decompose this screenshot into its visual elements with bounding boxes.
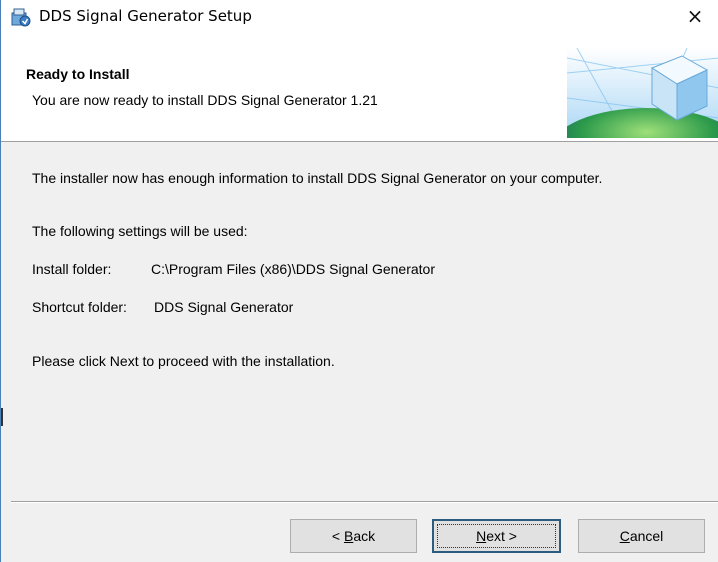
- setup-window: DDS Signal Generator Setup × Ready to In…: [0, 0, 718, 562]
- focus-rectangle: [437, 524, 556, 548]
- proceed-text: Please click Next to proceed with the in…: [32, 353, 335, 369]
- cancel-button-label: Cancel: [619, 528, 664, 544]
- page-subtitle: You are now ready to install DDS Signal …: [32, 92, 378, 108]
- shortcut-folder-value: DDS Signal Generator: [154, 299, 294, 315]
- button-divider: [11, 501, 718, 503]
- window-edge-mark: [1, 408, 3, 426]
- title-bar[interactable]: DDS Signal Generator Setup ×: [1, 0, 718, 32]
- settings-heading: The following settings will be used:: [32, 223, 248, 239]
- wizard-header: Ready to Install You are now ready to in…: [1, 32, 718, 142]
- installer-package-icon: [11, 8, 31, 27]
- next-button[interactable]: Next >: [432, 519, 561, 553]
- close-icon: ×: [686, 4, 704, 28]
- close-button[interactable]: ×: [672, 0, 718, 32]
- installer-cube-graphic: [567, 48, 718, 138]
- window-title: DDS Signal Generator Setup: [39, 7, 252, 25]
- intro-text: The installer now has enough information…: [32, 170, 603, 186]
- cancel-button[interactable]: Cancel: [578, 519, 705, 553]
- back-button-label: < Back: [331, 528, 376, 544]
- install-folder-value: C:\Program Files (x86)\DDS Signal Genera…: [151, 261, 435, 277]
- shortcut-folder-label: Shortcut folder:: [32, 299, 127, 315]
- back-button[interactable]: < Back: [290, 519, 417, 553]
- install-folder-label: Install folder:: [32, 261, 112, 277]
- page-title: Ready to Install: [26, 66, 130, 82]
